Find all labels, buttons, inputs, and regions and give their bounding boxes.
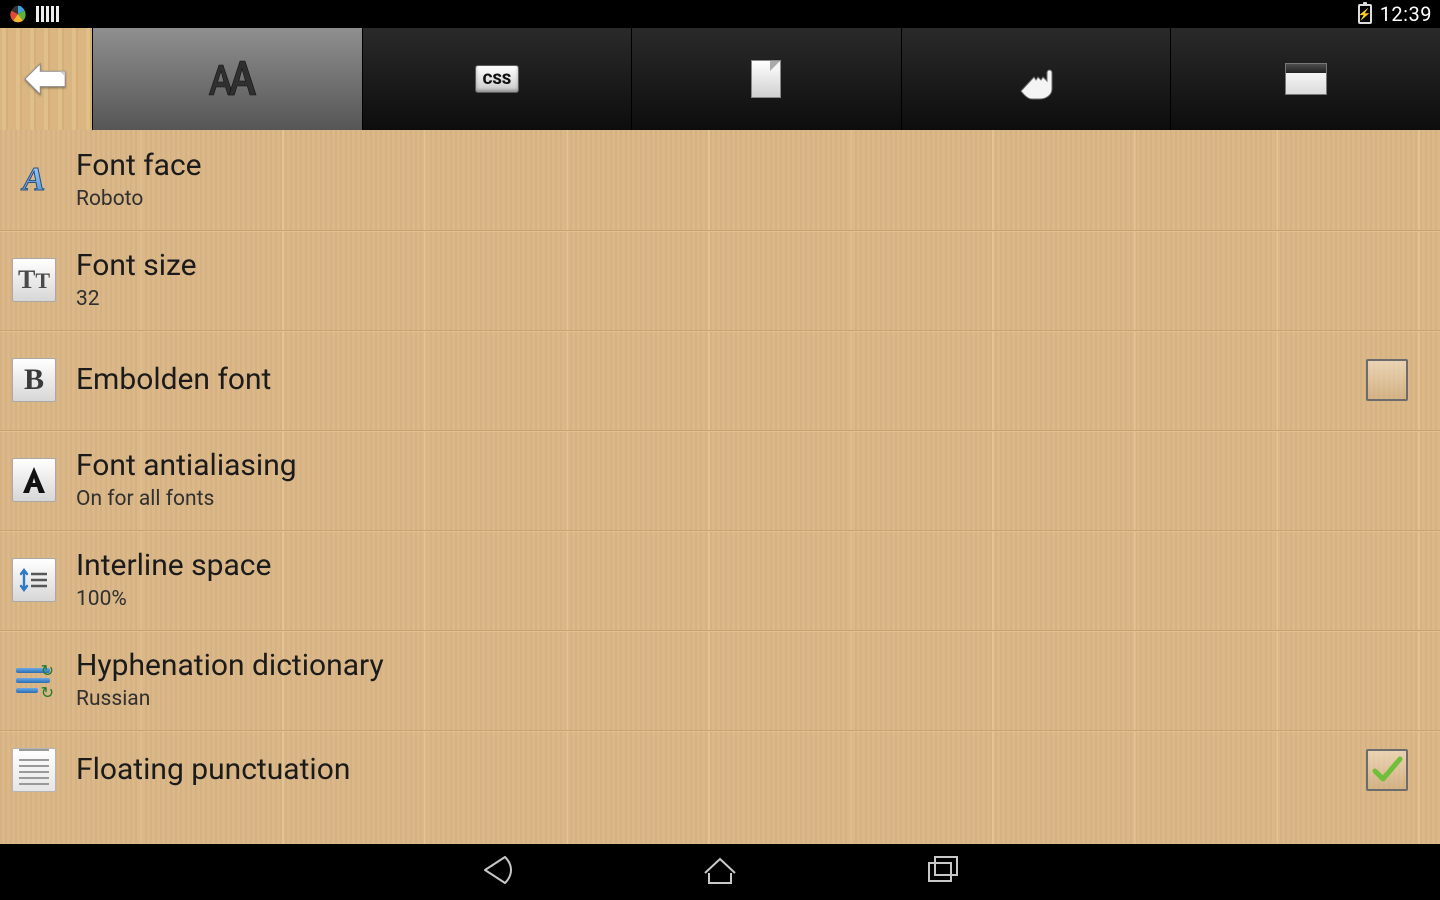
setting-title: Font face xyxy=(76,149,1428,184)
setting-embolden-font[interactable]: B Embolden font xyxy=(0,330,1440,430)
hyphenation-icon: ↻↻ xyxy=(12,658,56,702)
settings-list: A Font face Roboto TT Font size 32 B Emb… xyxy=(0,130,1440,844)
antialiasing-icon xyxy=(12,458,56,502)
nav-home-button[interactable] xyxy=(699,849,741,895)
setting-title: Font antialiasing xyxy=(76,449,1428,484)
tab-window[interactable] xyxy=(1170,28,1440,130)
bold-icon: B xyxy=(12,358,56,402)
battery-charging-icon: ⚡ xyxy=(1358,4,1372,24)
window-icon xyxy=(1285,63,1327,95)
aperture-icon xyxy=(8,4,28,24)
page-icon xyxy=(751,60,781,98)
setting-title: Hyphenation dictionary xyxy=(76,649,1428,684)
setting-subtitle: Roboto xyxy=(76,187,1428,211)
tab-page[interactable] xyxy=(631,28,901,130)
setting-title: Floating punctuation xyxy=(76,753,1366,788)
barcode-icon xyxy=(36,6,59,22)
pointing-hand-icon xyxy=(1014,57,1058,101)
setting-font-size[interactable]: TT Font size 32 xyxy=(0,230,1440,330)
setting-title: Embolden font xyxy=(76,363,1366,398)
tab-gestures[interactable] xyxy=(901,28,1171,130)
status-clock: 12:39 xyxy=(1380,2,1432,26)
setting-hyphenation-dictionary[interactable]: ↻↻ Hyphenation dictionary Russian xyxy=(0,630,1440,730)
setting-subtitle: Russian xyxy=(76,687,1428,711)
status-bar: ⚡ 12:39 xyxy=(0,0,1440,28)
setting-font-face[interactable]: A Font face Roboto xyxy=(0,130,1440,230)
floating-punctuation-icon xyxy=(12,748,56,792)
setting-title: Font size xyxy=(76,249,1428,284)
back-button[interactable] xyxy=(0,28,92,130)
line-spacing-icon xyxy=(12,558,56,602)
setting-subtitle: 100% xyxy=(76,587,1428,611)
setting-subtitle: 32 xyxy=(76,287,1428,311)
nav-recent-apps-button[interactable] xyxy=(921,849,963,895)
tab-css[interactable]: CSS xyxy=(362,28,632,130)
floating-punctuation-checkbox[interactable] xyxy=(1366,749,1408,791)
embolden-checkbox[interactable] xyxy=(1366,359,1408,401)
css-icon: CSS xyxy=(475,65,519,93)
tab-bar: CSS xyxy=(0,28,1440,130)
tab-font[interactable] xyxy=(92,28,362,130)
setting-floating-punctuation[interactable]: Floating punctuation xyxy=(0,730,1440,806)
setting-interline-space[interactable]: Interline space 100% xyxy=(0,530,1440,630)
setting-font-antialiasing[interactable]: Font antialiasing On for all fonts xyxy=(0,430,1440,530)
android-nav-bar xyxy=(0,844,1440,900)
setting-subtitle: On for all fonts xyxy=(76,487,1428,511)
font-face-icon: A xyxy=(12,158,56,202)
nav-back-button[interactable] xyxy=(477,849,519,895)
font-aa-icon xyxy=(195,57,259,101)
setting-title: Interline space xyxy=(76,549,1428,584)
font-size-icon: TT xyxy=(12,258,56,302)
